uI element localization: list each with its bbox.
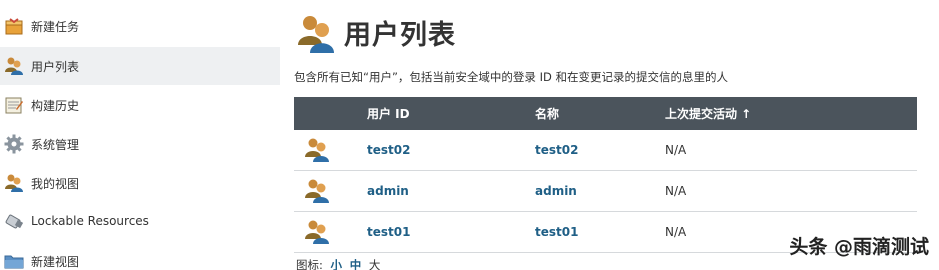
notepad-icon [5, 97, 23, 114]
watermark: 头条 @雨滴测试 [789, 236, 929, 258]
user-icon [305, 220, 329, 244]
sidebar: 新建任务 用户列表 构建历史 系统管理 我的视图 Lockable Resour… [0, 0, 280, 270]
user-id-link[interactable]: test02 [367, 143, 410, 157]
column-header-icon [294, 97, 367, 130]
sidebar-item-lockable-resources[interactable]: Lockable Resources [0, 203, 280, 241]
sidebar-item-new-view[interactable]: 新建视图 [0, 242, 280, 270]
user-name-link[interactable]: test01 [535, 225, 578, 239]
sidebar-item-label: 系统管理 [31, 138, 80, 152]
users-table: 用户 ID 名称 上次提交活动 ↑ test02 test02 N/A admi… [294, 97, 917, 253]
usb-icon [5, 214, 24, 229]
sidebar-item-my-views[interactable]: 我的视图 [0, 164, 280, 202]
table-header-row: 用户 ID 名称 上次提交活动 ↑ [294, 97, 917, 130]
user-icon [305, 179, 329, 203]
users-icon [5, 57, 23, 75]
table-row: admin admin N/A [294, 170, 917, 212]
jenkins-user-list-page: 新建任务 用户列表 构建历史 系统管理 我的视图 Lockable Resour… [0, 0, 939, 270]
icon-size-label: 图标: [296, 258, 323, 270]
page-description: 包含所有已知“用户”，包括当前安全域中的登录 ID 和在变更记录的提交信的息里的… [294, 70, 728, 84]
sidebar-item-system-admin[interactable]: 系统管理 [0, 125, 280, 163]
users-icon [298, 16, 334, 53]
user-id-link[interactable]: admin [367, 184, 409, 198]
sidebar-item-build-history[interactable]: 构建历史 [0, 86, 280, 124]
user-id-link[interactable]: test01 [367, 225, 410, 239]
sidebar-item-label: 我的视图 [31, 177, 80, 191]
last-activity-cell: N/A [665, 130, 917, 171]
icon-size-large: 大 [368, 258, 381, 270]
page-title: 用户列表 [344, 20, 456, 51]
new-task-icon [5, 18, 23, 35]
icon-size-selector: 图标: 小 中 大 [296, 257, 380, 270]
sidebar-item-label: 构建历史 [31, 99, 80, 113]
column-header-last-activity[interactable]: 上次提交活动 ↑ [665, 97, 917, 130]
folder-icon [4, 255, 24, 269]
user-name-link[interactable]: admin [535, 184, 577, 198]
main-content: 用户列表 包含所有已知“用户”，包括当前安全域中的登录 ID 和在变更记录的提交… [280, 0, 939, 270]
table-row: test02 test02 N/A [294, 130, 917, 171]
sidebar-item-new-task[interactable]: 新建任务 [0, 7, 280, 45]
column-header-user-id[interactable]: 用户 ID [367, 97, 535, 130]
column-header-name[interactable]: 名称 [535, 97, 665, 130]
sidebar-item-users[interactable]: 用户列表 [0, 47, 280, 85]
sidebar-item-label: 用户列表 [31, 60, 80, 74]
sidebar-item-label: 新建任务 [31, 20, 80, 34]
user-name-link[interactable]: test02 [535, 143, 578, 157]
sidebar-item-label: Lockable Resources [31, 214, 149, 228]
users-icon [5, 174, 23, 192]
user-icon [305, 138, 329, 162]
sidebar-item-label: 新建视图 [31, 255, 80, 269]
last-activity-cell: N/A [665, 170, 917, 212]
icon-size-small[interactable]: 小 [331, 258, 343, 270]
icon-size-medium[interactable]: 中 [350, 258, 362, 270]
gear-icon [4, 134, 24, 154]
